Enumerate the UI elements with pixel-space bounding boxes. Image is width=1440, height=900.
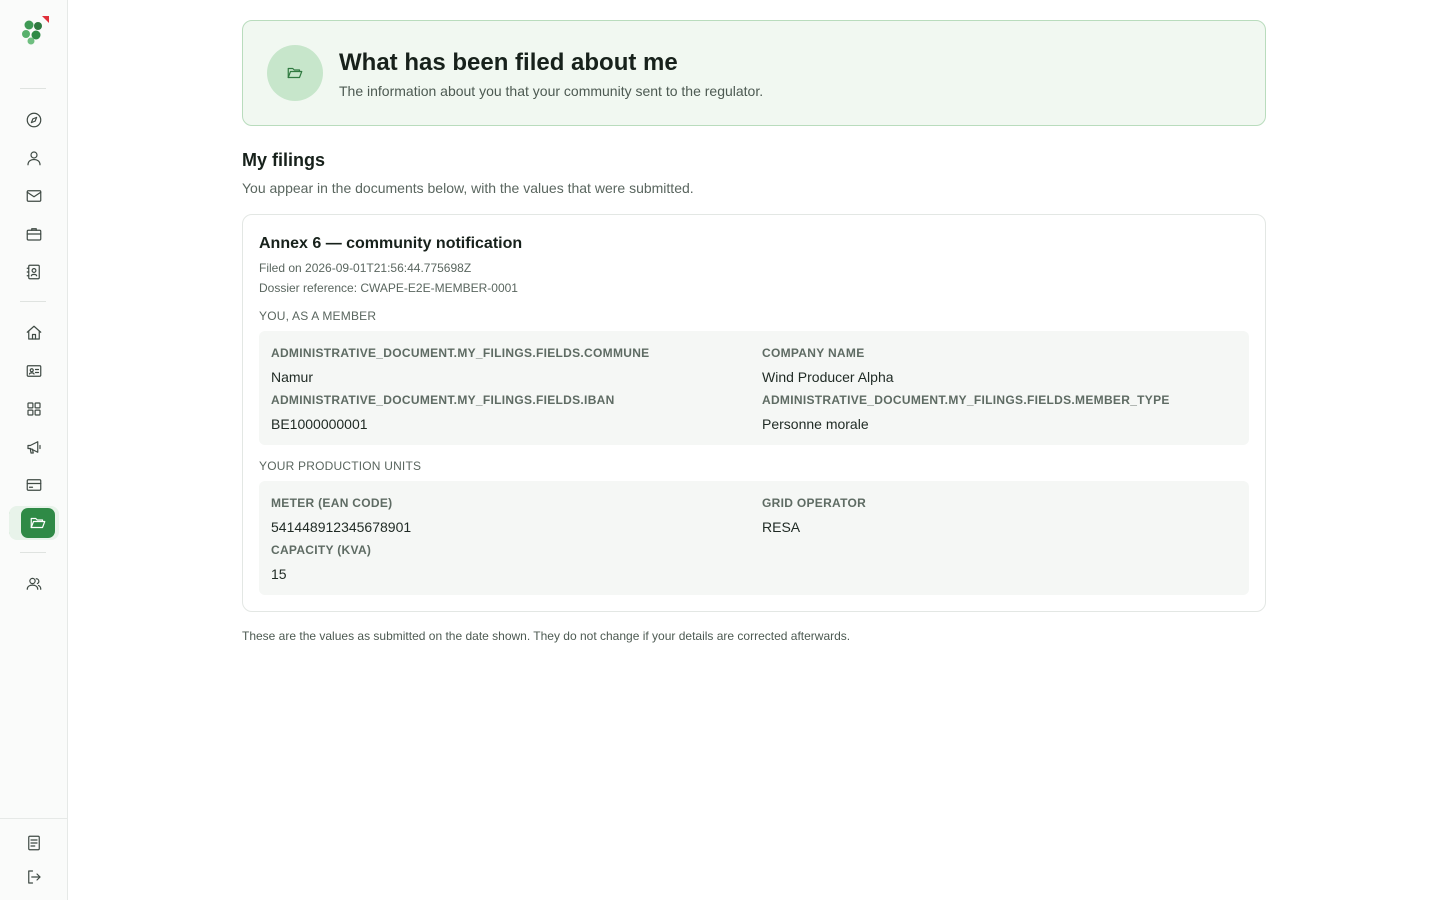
page-header-banner: What has been filed about me The informa… [242, 20, 1266, 126]
member-section-label: You, as a member [259, 309, 377, 323]
dossier-reference: Dossier reference: CWAPE-E2E-MEMBER-0001 [259, 281, 518, 295]
page-title: What has been filed about me [339, 49, 678, 76]
field-value: Personne morale [762, 416, 869, 432]
logout-icon[interactable] [17, 860, 51, 894]
sidebar-bottom-divider [0, 818, 68, 819]
field-label: Grid operator [762, 496, 867, 510]
field-value: RESA [762, 519, 801, 535]
field-value: Namur [271, 369, 314, 385]
user-icon[interactable] [17, 141, 51, 175]
field-label: ADMINISTRATIVE_DOCUMENT.MY_FILINGS.FIELD… [271, 393, 615, 407]
folder-open-icon [267, 45, 323, 101]
field-value: BE1000000001 [271, 416, 368, 432]
home-icon[interactable] [17, 316, 51, 350]
filing-title: Annex 6 — community notification [259, 235, 523, 252]
field-label: ADMINISTRATIVE_DOCUMENT.MY_FILINGS.FIELD… [271, 346, 650, 360]
filed-on-date: Filed on 2026-09-01T21:56:44.775698Z [259, 261, 472, 275]
field-value: 15 [271, 566, 287, 582]
nav-item-my-filings[interactable] [9, 506, 59, 540]
sidebar-divider [20, 88, 46, 89]
units-section-label: Your production units [259, 459, 422, 473]
clover-logo[interactable] [18, 16, 52, 48]
field-label: ADMINISTRATIVE_DOCUMENT.MY_FILINGS.FIELD… [762, 393, 1170, 407]
grid-icon[interactable] [17, 392, 51, 426]
member-fields-panel: ADMINISTRATIVE_DOCUMENT.MY_FILINGS.FIELD… [259, 331, 1249, 445]
folder-open-icon[interactable] [21, 508, 55, 538]
page-subtitle: The information about you that your comm… [339, 83, 764, 99]
field-label: Meter (EAN code) [271, 496, 393, 510]
mail-icon[interactable] [17, 179, 51, 213]
contact-book-icon[interactable] [17, 255, 51, 289]
sidebar [0, 0, 68, 900]
field-label: Company name [762, 346, 865, 360]
section-subtitle: You appear in the documents below, with … [242, 180, 694, 196]
megaphone-icon[interactable] [17, 430, 51, 464]
filing-card: Annex 6 — community notification Filed o… [242, 214, 1266, 612]
field-label: Capacity (kVA) [271, 543, 372, 557]
compass-icon[interactable] [17, 103, 51, 137]
units-fields-panel: Meter (EAN code) 541448912345678901 Grid… [259, 481, 1249, 595]
users-icon[interactable] [17, 567, 51, 601]
document-icon[interactable] [17, 826, 51, 860]
section-title: My filings [242, 150, 326, 170]
field-value: Wind Producer Alpha [762, 369, 894, 385]
briefcase-icon[interactable] [17, 217, 51, 251]
sidebar-divider [20, 552, 46, 553]
field-value: 541448912345678901 [271, 519, 412, 535]
sidebar-divider [20, 301, 46, 302]
footnote: These are the values as submitted on the… [242, 629, 851, 643]
id-card-icon[interactable] [17, 354, 51, 388]
credit-card-icon[interactable] [17, 468, 51, 502]
